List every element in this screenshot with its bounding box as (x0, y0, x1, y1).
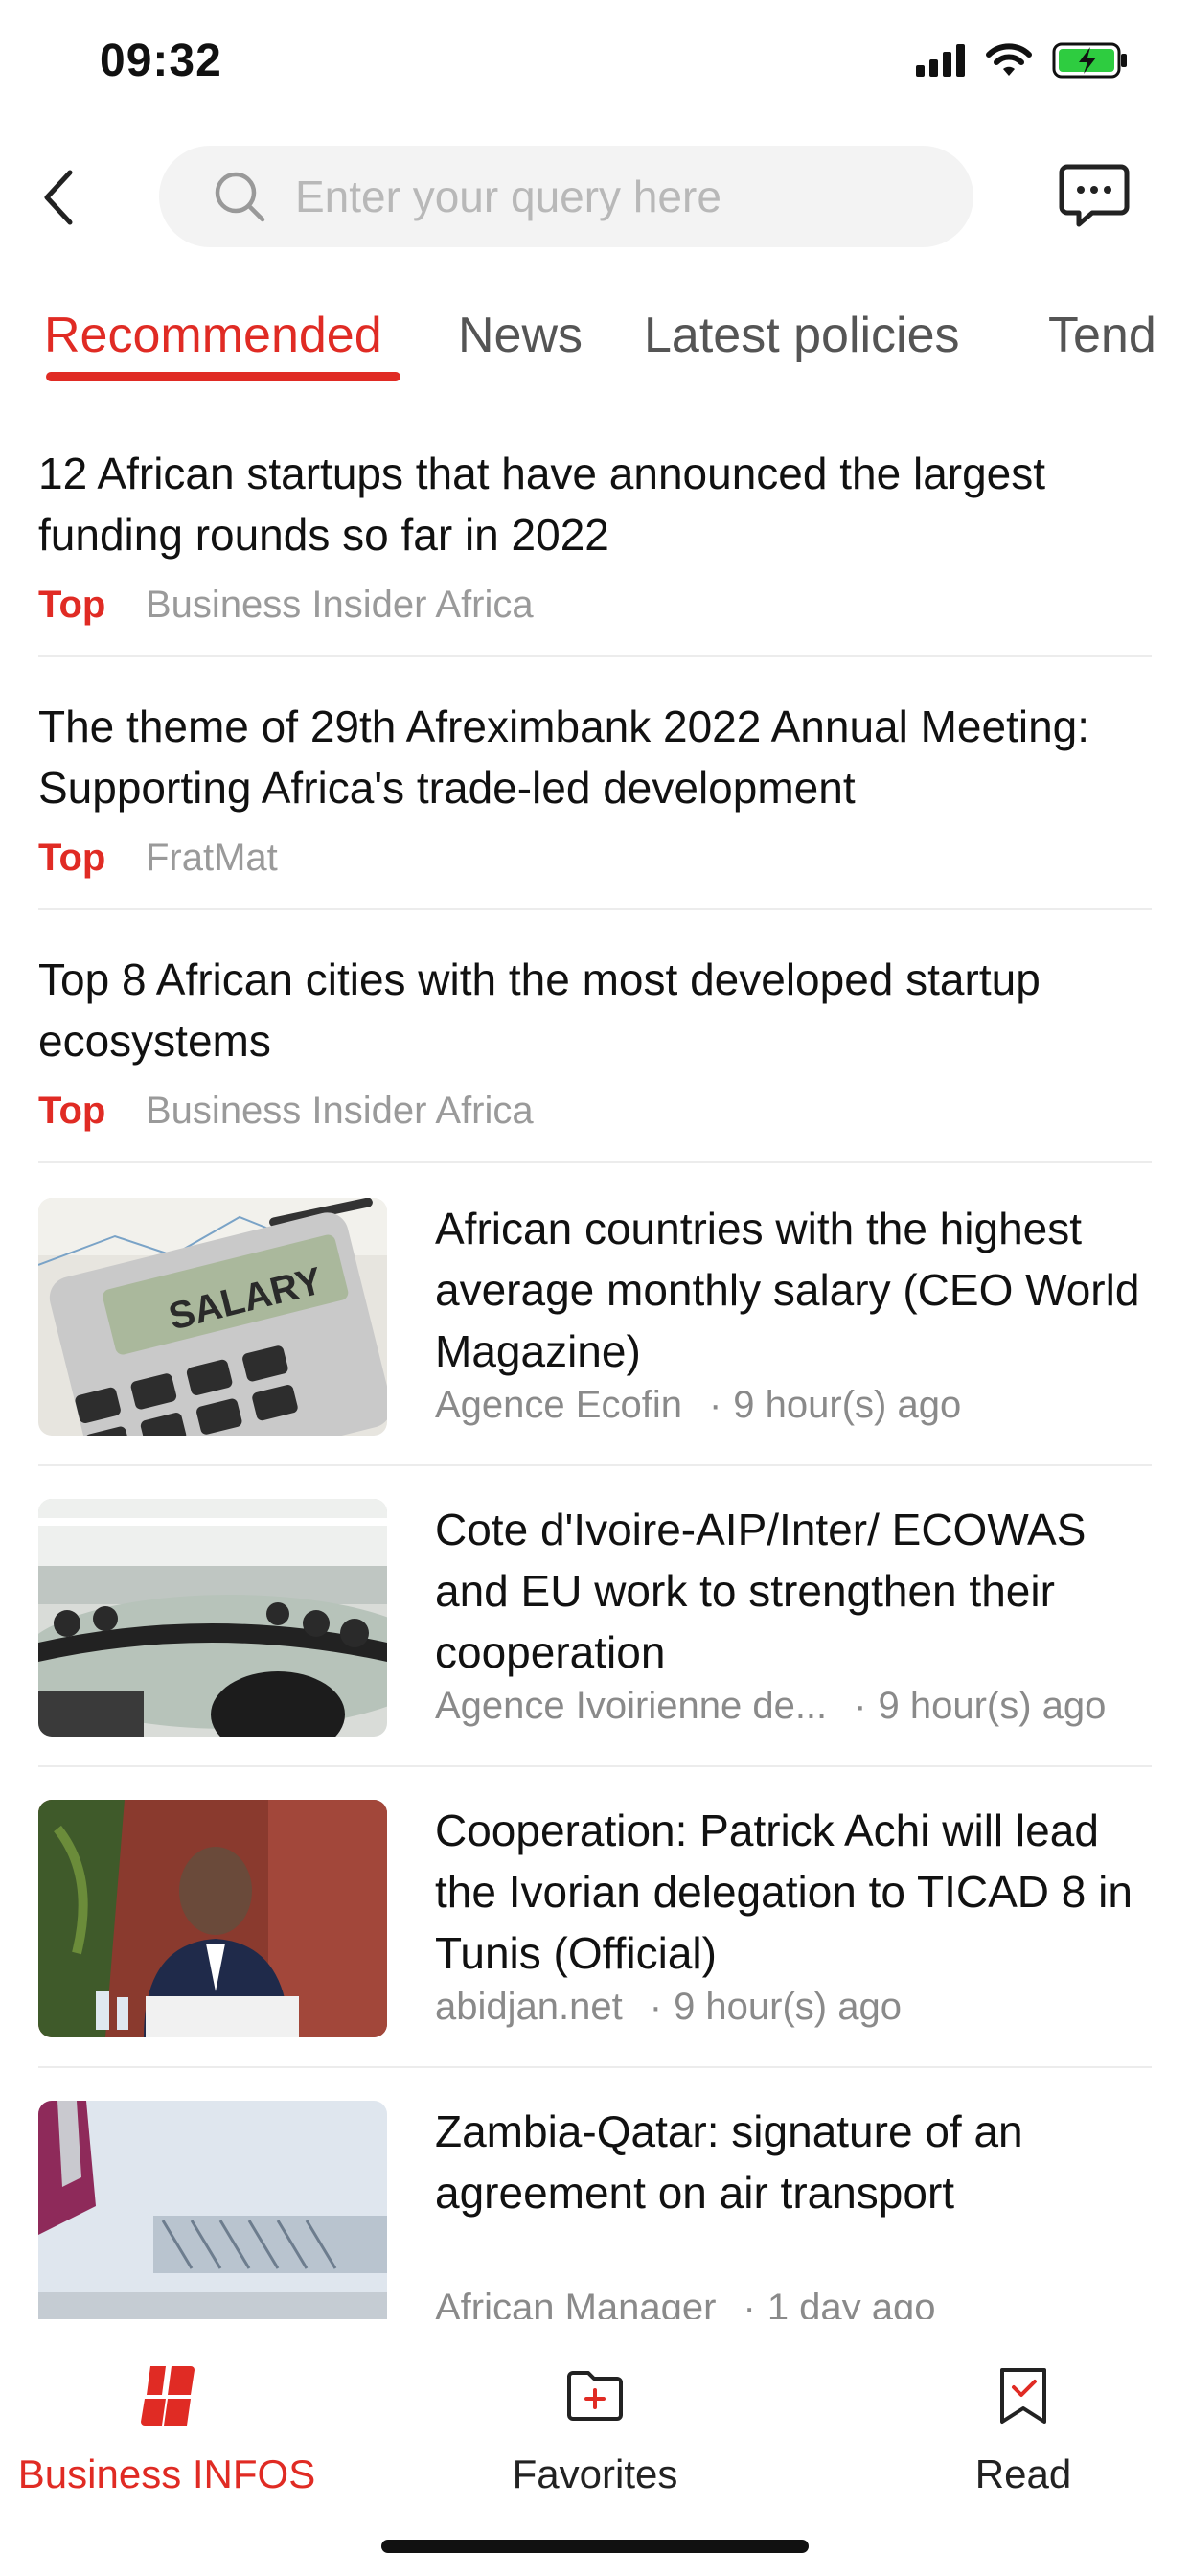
list-item[interactable]: Cooperation: Patrick Achi will lead the … (38, 1800, 1152, 2068)
nav-read[interactable]: Read (870, 2358, 1177, 2497)
article-title: Cote d'Ivoire-AIP/Inter/ ECOWAS and EU w… (435, 1505, 1087, 1677)
article-source: FratMat (146, 837, 278, 879)
top-tag: Top (38, 837, 106, 879)
status-time: 09:32 (100, 35, 222, 86)
article-title: Cooperation: Patrick Achi will lead the … (435, 1806, 1133, 1978)
article-title: Zambia-Qatar: signature of an agreement … (435, 2106, 1023, 2218)
top-bar: Enter your query here (0, 142, 1190, 255)
nav-business-infos[interactable]: Business INFOS (13, 2358, 320, 2497)
top-tag: Top (38, 584, 106, 626)
cellular-signal-icon (916, 44, 965, 77)
read-bookmark-icon (1000, 2368, 1046, 2424)
search-placeholder: Enter your query here (295, 172, 721, 221)
search-icon (213, 170, 266, 223)
article-meta: Agence Ecofin · 9 hour(s) ago (435, 1384, 962, 1426)
list-item[interactable]: 12 African startups that have announced … (38, 443, 1152, 657)
tab-recommended[interactable]: Recommended (44, 307, 382, 364)
wifi-icon (986, 43, 1032, 76)
tab-tend[interactable]: Tend (1048, 307, 1156, 364)
chat-bubble-icon (1059, 164, 1130, 227)
article-title: 12 African startups that have announced … (38, 448, 1046, 560)
article-source: Agence Ecofin (435, 1384, 682, 1426)
nav-label: Read (974, 2451, 1072, 2496)
article-thumbnail (38, 2101, 387, 2338)
article-thumbnail: SALARY (38, 1198, 387, 1436)
list-item[interactable]: Top 8 African cities with the most devel… (38, 949, 1152, 1163)
article-meta: abidjan.net · 9 hour(s) ago (435, 1986, 902, 2028)
article-time: 9 hour(s) ago (733, 1384, 962, 1426)
battery-charging-icon (1052, 42, 1127, 79)
list-item[interactable]: The theme of 29th Afreximbank 2022 Annua… (38, 696, 1152, 910)
status-icons (916, 42, 1129, 79)
top-tag: Top (38, 1090, 106, 1132)
article-title: Top 8 African cities with the most devel… (38, 954, 1041, 1066)
article-title: The theme of 29th Afreximbank 2022 Annua… (38, 702, 1090, 813)
messages-button[interactable] (1058, 163, 1131, 230)
article-time: 9 hour(s) ago (878, 1685, 1107, 1727)
article-source: Business Insider Africa (146, 584, 534, 626)
article-meta: Agence Ivoirienne de... · 9 hour(s) ago (435, 1685, 1107, 1727)
active-tab-indicator (46, 372, 400, 381)
business-infos-icon (141, 2366, 195, 2426)
favorites-folder-icon (567, 2371, 623, 2421)
back-button[interactable] (33, 163, 82, 232)
article-source: Agence Ivoirienne de... (435, 1685, 828, 1727)
home-indicator[interactable] (381, 2540, 809, 2553)
nav-label: Business INFOS (17, 2451, 316, 2496)
tab-latest-policies[interactable]: Latest policies (644, 307, 960, 364)
article-title: African countries with the highest avera… (435, 1204, 1140, 1376)
tab-news[interactable]: News (458, 307, 583, 364)
article-source: abidjan.net (435, 1986, 623, 2028)
article-time: 9 hour(s) ago (674, 1986, 902, 2028)
nav-favorites[interactable]: Favorites (442, 2358, 748, 2497)
list-item[interactable]: Cote d'Ivoire-AIP/Inter/ ECOWAS and EU w… (38, 1499, 1152, 1767)
chevron-left-icon (44, 170, 73, 225)
article-thumbnail (38, 1800, 387, 2037)
category-tabs: Recommended News Latest policies Tend (0, 288, 1190, 393)
status-bar: 09:32 (0, 0, 1190, 126)
article-thumbnail (38, 1499, 387, 1736)
nav-label: Favorites (512, 2451, 678, 2496)
list-item[interactable]: SALARY African countries with the highes… (38, 1198, 1152, 1466)
bottom-navigation: Business INFOS Favorites Read (0, 2319, 1190, 2576)
article-source: Business Insider Africa (146, 1090, 534, 1132)
search-input[interactable]: Enter your query here (159, 146, 973, 247)
